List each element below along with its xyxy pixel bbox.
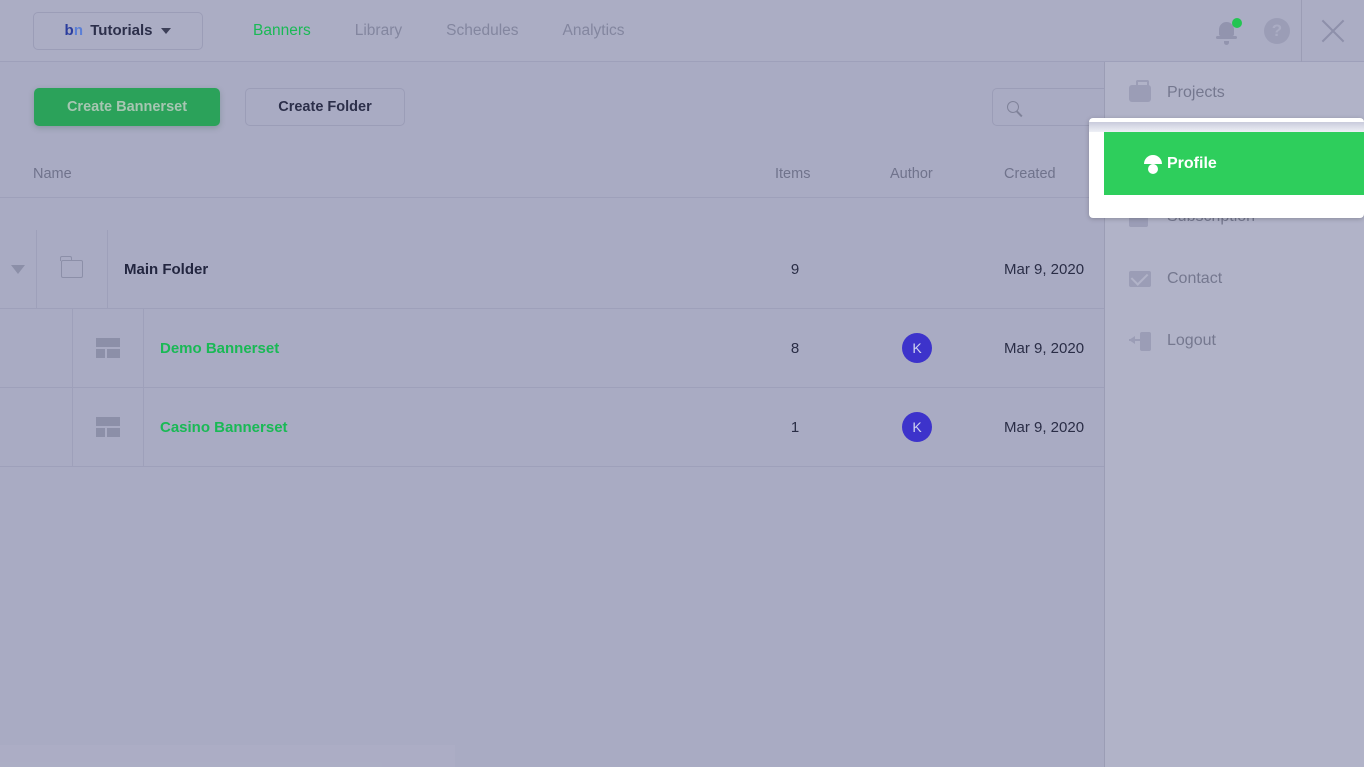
row-created-value: Mar 9, 2020	[1004, 339, 1085, 357]
row-created-value: Mar 9, 2020	[1004, 260, 1085, 278]
project-selector-button[interactable]: bn Tutorials	[33, 11, 203, 50]
header-actions: ?	[1205, 0, 1364, 62]
app-root: bn Tutorials Banners Library Schedules A…	[0, 0, 1364, 767]
create-folder-button[interactable]: Create Folder	[245, 88, 405, 126]
row-indent	[0, 388, 72, 466]
bannerset-layout-icon	[96, 338, 120, 358]
row-author-cell: K	[890, 412, 944, 442]
menu-item-contact[interactable]: Contact	[1105, 248, 1364, 310]
highlight-top-strip	[1089, 122, 1364, 132]
logo-letter-n: n	[73, 22, 84, 39]
bannerset-layout-icon	[96, 417, 120, 437]
highlighted-menu-item-profile[interactable]: Profile	[1104, 132, 1364, 195]
row-icon-cell	[36, 230, 108, 308]
row-items-value: 1	[790, 418, 800, 436]
row-items-value: 9	[790, 260, 800, 278]
menu-item-label: Projects	[1167, 84, 1225, 101]
bottom-shade	[0, 745, 455, 767]
chevron-down-icon	[161, 27, 172, 34]
menu-item-label: Contact	[1167, 270, 1223, 287]
avatar[interactable]: K	[902, 333, 932, 363]
profile-highlight-overlay: Profile	[1089, 118, 1364, 218]
envelope-icon	[1129, 271, 1167, 287]
notification-badge-dot	[1232, 18, 1242, 28]
briefcase-icon	[1129, 79, 1167, 102]
row-author-cell: K	[890, 333, 944, 363]
column-header-name[interactable]: Name	[33, 166, 72, 182]
row-indent	[0, 309, 72, 387]
column-header-items[interactable]: Items	[775, 166, 810, 182]
notifications-button[interactable]	[1205, 0, 1253, 62]
logo-letter-b: b	[64, 22, 74, 39]
row-created-value: Mar 9, 2020	[1004, 418, 1085, 436]
create-bannerset-button[interactable]: Create Bannerset	[34, 88, 220, 126]
menu-item-projects[interactable]: Projects	[1105, 62, 1364, 124]
bannerwise-logo: bn	[65, 22, 84, 39]
avatar[interactable]: K	[902, 412, 932, 442]
row-items-value: 8	[790, 339, 800, 357]
project-name-label: Tutorials	[90, 22, 153, 39]
menu-item-logout[interactable]: Logout	[1105, 310, 1364, 372]
search-icon	[1007, 101, 1019, 113]
close-button[interactable]	[1302, 0, 1364, 62]
row-icon-cell	[72, 388, 144, 466]
main-navigation: Banners Library Schedules Analytics	[231, 22, 647, 40]
top-header-bar: bn Tutorials Banners Library Schedules A…	[0, 0, 1364, 62]
nav-tab-banners[interactable]: Banners	[231, 22, 333, 40]
help-circle-icon: ?	[1264, 18, 1290, 44]
nav-tab-analytics[interactable]: Analytics	[541, 22, 647, 40]
logout-icon	[1129, 331, 1167, 351]
column-header-created[interactable]: Created	[1004, 166, 1056, 182]
folder-icon	[60, 255, 83, 278]
nav-tab-library[interactable]: Library	[333, 22, 424, 40]
help-button[interactable]: ?	[1253, 0, 1301, 62]
nav-tab-schedules[interactable]: Schedules	[424, 22, 540, 40]
bell-icon	[1216, 18, 1242, 45]
row-icon-cell	[72, 309, 144, 387]
menu-item-label: Logout	[1167, 332, 1216, 349]
expand-toggle-button[interactable]	[0, 230, 36, 308]
highlighted-item-label: Profile	[1167, 154, 1217, 172]
triangle-down-icon	[11, 264, 25, 274]
column-header-author[interactable]: Author	[890, 166, 933, 182]
